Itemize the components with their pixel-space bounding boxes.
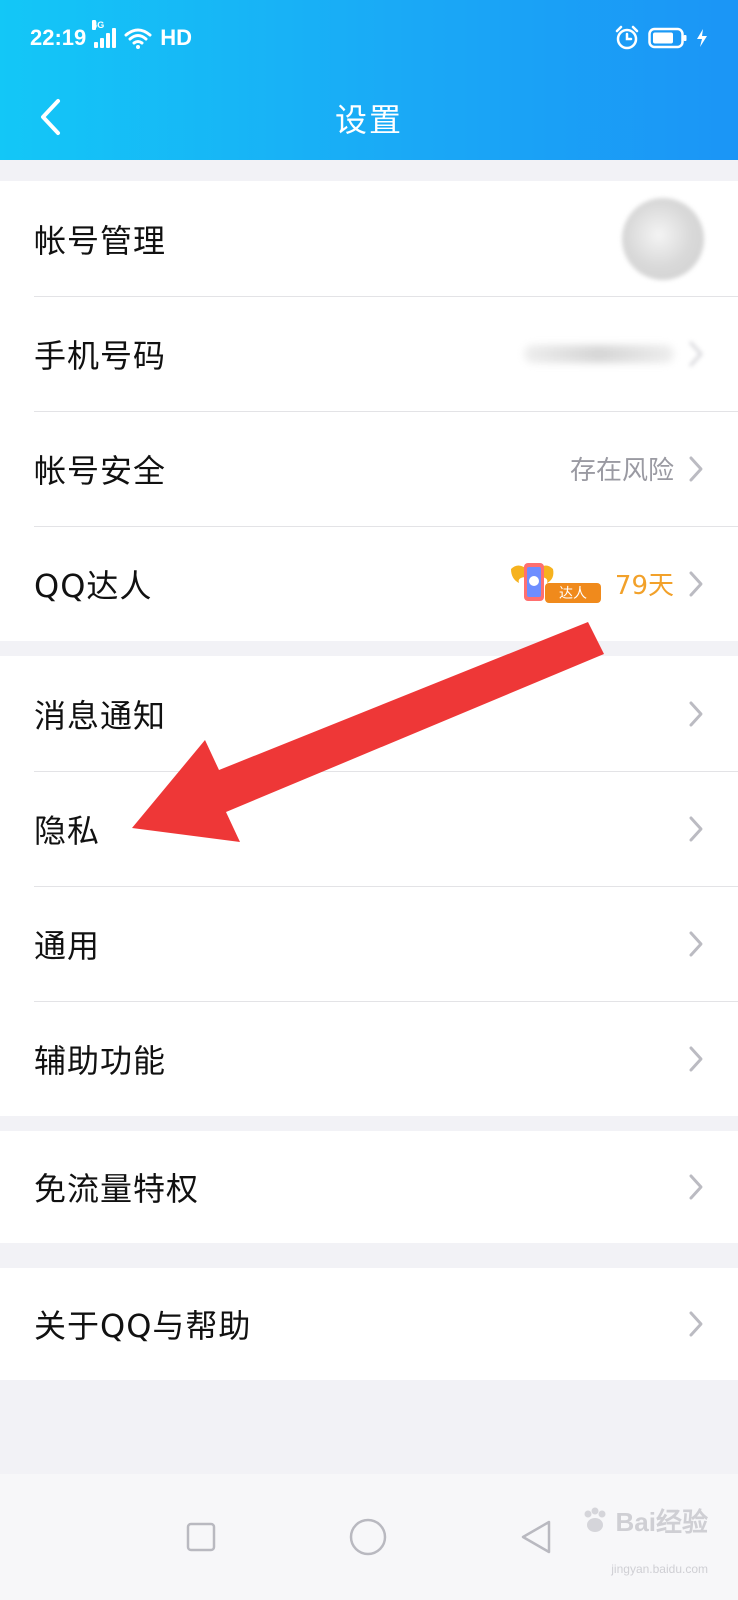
row-label: 帐号管理 [34, 221, 167, 260]
baidu-watermark: Bai经验 [580, 1502, 708, 1539]
chevron-right-icon [689, 341, 703, 366]
badge-text: 达人 [559, 586, 587, 602]
avatar [622, 197, 704, 280]
back-button[interactable] [30, 92, 70, 142]
row-label: 免流量特权 [34, 1170, 200, 1208]
hd-indicator: HD [160, 25, 193, 50]
back-nav-button[interactable] [519, 1519, 553, 1555]
row-free-data[interactable]: 免流量特权 [0, 1131, 738, 1243]
network-type: 4G [92, 20, 105, 30]
row-label: 辅助功能 [34, 1041, 167, 1080]
row-label: 关于QQ与帮助 [34, 1307, 252, 1345]
charging-icon [697, 29, 707, 47]
row-label: 消息通知 [34, 696, 167, 735]
watermark-url: jingyan.baidu.com [611, 1562, 708, 1576]
row-notifications[interactable]: 消息通知 [0, 656, 738, 771]
row-about-help[interactable]: 关于QQ与帮助 [0, 1268, 738, 1380]
row-label: 帐号安全 [34, 451, 167, 490]
settings-group-general: 消息通知 隐私 通用 辅助功能 [0, 656, 738, 1116]
settings-group-about: 关于QQ与帮助 [0, 1268, 738, 1380]
row-qq-vip[interactable]: QQ达人 达人 79天 [0, 526, 738, 641]
status-bar: 22:19 4G HD [0, 0, 738, 76]
risk-status: 存在风险 [569, 456, 674, 486]
row-label: 隐私 [34, 811, 101, 850]
chevron-right-icon [689, 1046, 703, 1071]
row-privacy[interactable]: 隐私 [0, 771, 738, 886]
cell-signal-icon: 4G [92, 20, 117, 48]
row-accessibility[interactable]: 辅助功能 [0, 1001, 738, 1116]
chevron-left-icon [41, 99, 60, 135]
blurred-phone-value [524, 344, 674, 363]
row-label: 手机号码 [34, 336, 167, 375]
wifi-icon [124, 28, 152, 49]
row-phone-number[interactable]: 手机号码 [0, 296, 738, 411]
row-account-security[interactable]: 帐号安全 存在风险 [0, 411, 738, 526]
watermark-brand: Bai经验 [615, 1507, 708, 1537]
status-left: 22:19 4G HD [30, 20, 193, 51]
alarm-icon [615, 25, 639, 50]
status-time: 22:19 [30, 25, 87, 50]
chevron-right-icon [689, 816, 703, 841]
home-button[interactable] [348, 1517, 388, 1557]
page-title: 设置 [334, 101, 403, 139]
chevron-right-icon [689, 701, 703, 726]
top-header: 22:19 4G HD 设置 [0, 0, 738, 160]
recent-apps-button[interactable] [185, 1521, 217, 1553]
chevron-right-icon [689, 1311, 703, 1337]
row-account-management[interactable]: 帐号管理 [0, 181, 738, 296]
qq-vip-badge-icon: 达人 [509, 559, 603, 609]
chevron-right-icon [689, 931, 703, 956]
chevron-right-icon [689, 571, 703, 596]
vip-days: 79天 [614, 571, 674, 601]
settings-group-account: 帐号管理 手机号码 帐号安全 存在风险 QQ达人 达人 79天 [0, 181, 738, 641]
battery-icon [648, 27, 687, 49]
status-right [614, 25, 708, 51]
row-label: QQ达人 [34, 566, 153, 605]
settings-group-data: 免流量特权 [0, 1131, 738, 1243]
row-general[interactable]: 通用 [0, 886, 738, 1001]
paw-logo-icon [584, 1507, 606, 1532]
nav-bar: 设置 [0, 76, 738, 160]
row-label: 通用 [34, 926, 101, 965]
chevron-right-icon [689, 456, 703, 481]
chevron-right-icon [689, 1174, 703, 1200]
